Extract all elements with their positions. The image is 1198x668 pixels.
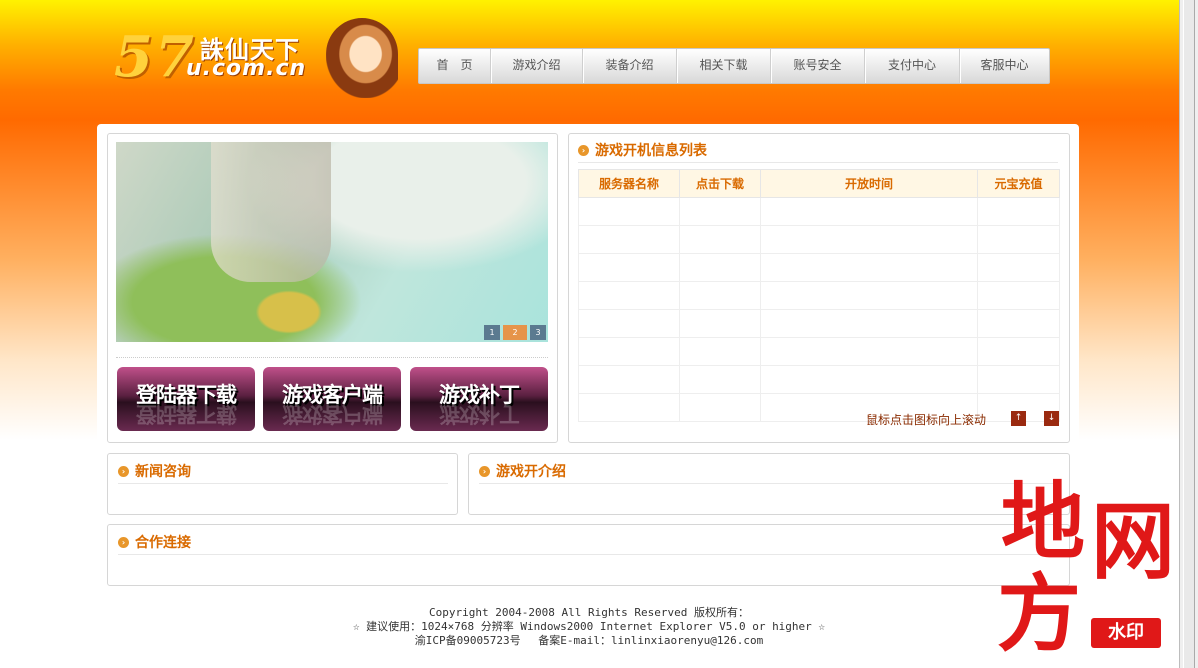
banner-page-2[interactable]: 2 [503,325,527,340]
divider [116,357,548,358]
table-cell [679,337,761,366]
section-arrow-icon: › [479,465,490,477]
news-title: › 新闻咨询 [118,461,191,481]
table-cell [977,253,1060,282]
banner-pager: 1 2 3 [484,325,546,340]
partners-title-text[interactable]: 合作连接 [135,532,191,552]
patch-download-reflection: 游戏补丁 [439,402,519,426]
table-cell [977,309,1060,338]
table-cell [760,365,978,394]
table-row [578,365,1060,394]
client-download-button[interactable]: 游戏客户端 游戏客户端 [263,367,401,431]
logo-number: 57 [114,24,196,90]
table-cell [578,309,680,338]
arrow-up-icon: ↑ [1014,413,1023,423]
launcher-download-reflection: 登陆器下载 [136,402,236,426]
section-arrow-icon: › [578,144,589,156]
watermark-char-3: 方 [997,564,1082,663]
table-cell [578,393,680,422]
title-divider [479,483,1059,484]
watermark-char-1: 地 [1001,472,1086,571]
intro-title: › 游戏开介绍 [479,461,566,481]
table-cell [977,281,1060,310]
server-table: 服务器名称 点击下载 开放时间 元宝充值 [578,169,1060,422]
scroll-tip: 鼠标点击图标向上滚动 [866,413,987,427]
scroll-down-button[interactable]: ↓ [1044,411,1059,426]
table-row [578,225,1060,254]
table-cell [760,281,978,310]
table-cell [578,253,680,282]
site-logo[interactable]: 57 誅仙天下 u.com.cn [112,18,398,98]
col-open-time: 开放时间 [760,169,978,198]
col-download: 点击下载 [679,169,761,198]
table-cell [679,281,761,310]
banner-page-1[interactable]: 1 [484,325,500,340]
news-title-text[interactable]: 新闻咨询 [135,461,191,481]
table-row [578,281,1060,310]
table-cell [679,253,761,282]
patch-download-button[interactable]: 游戏补丁 游戏补丁 [410,367,548,431]
banner-page-3[interactable]: 3 [530,325,546,340]
partners-title: › 合作连接 [118,532,191,552]
watermark-char-2: 网 [1091,492,1176,591]
partners-panel [107,524,1070,586]
server-list-title: › 游戏开机信息列表 [578,140,707,160]
arrow-down-icon: ↓ [1047,413,1056,423]
launcher-download-button[interactable]: 登陆器下载 登陆器下载 [117,367,255,431]
character-portrait-icon [326,18,398,98]
server-list-title-text: 游戏开机信息列表 [595,143,707,159]
intro-title-text[interactable]: 游戏开介绍 [496,461,566,481]
table-cell [760,253,978,282]
table-cell [679,309,761,338]
table-cell [977,365,1060,394]
section-arrow-icon: › [118,465,129,477]
logo-domain: u.com.cn [186,56,307,81]
table-row [578,337,1060,366]
table-header-row: 服务器名称 点击下载 开放时间 元宝充值 [578,169,1060,198]
table-cell [679,197,761,226]
table-row [578,197,1060,226]
table-cell [578,365,680,394]
title-divider [118,554,1058,555]
table-cell [578,225,680,254]
main-navigation: 首 页 游戏介绍 装备介绍 相关下载 账号安全 支付中心 客服中心 [418,48,1050,84]
table-row [578,393,1060,422]
table-row [578,253,1060,282]
table-cell [977,337,1060,366]
table-cell [977,197,1060,226]
table-cell [679,393,761,422]
scroll-up-button[interactable]: ↑ [1011,411,1026,426]
table-cell [578,337,680,366]
watermark-stamp: 水印 [1091,618,1161,648]
nav-account-security[interactable]: 账号安全 [771,49,865,83]
col-server-name: 服务器名称 [578,169,680,198]
banner-slideshow[interactable]: 1 2 3 [116,142,548,342]
banner-landscape-image [211,142,331,282]
nav-support-center[interactable]: 客服中心 [960,49,1049,83]
section-arrow-icon: › [118,536,129,548]
nav-equipment-intro[interactable]: 装备介绍 [583,49,677,83]
table-cell [977,225,1060,254]
nav-game-intro[interactable]: 游戏介绍 [491,49,583,83]
table-cell [578,281,680,310]
table-cell [760,309,978,338]
title-divider [118,483,448,484]
table-cell [679,365,761,394]
table-cell [578,197,680,226]
watermark: 地 网 方 水印 [995,480,1190,660]
nav-downloads[interactable]: 相关下载 [677,49,771,83]
title-divider [578,162,1058,163]
table-cell [760,197,978,226]
table-cell [760,225,978,254]
table-cell [760,337,978,366]
table-row [578,309,1060,338]
nav-home[interactable]: 首 页 [419,49,491,83]
client-download-reflection: 游戏客户端 [282,402,382,426]
table-cell [679,225,761,254]
col-recharge: 元宝充值 [977,169,1060,198]
nav-payment-center[interactable]: 支付中心 [865,49,960,83]
